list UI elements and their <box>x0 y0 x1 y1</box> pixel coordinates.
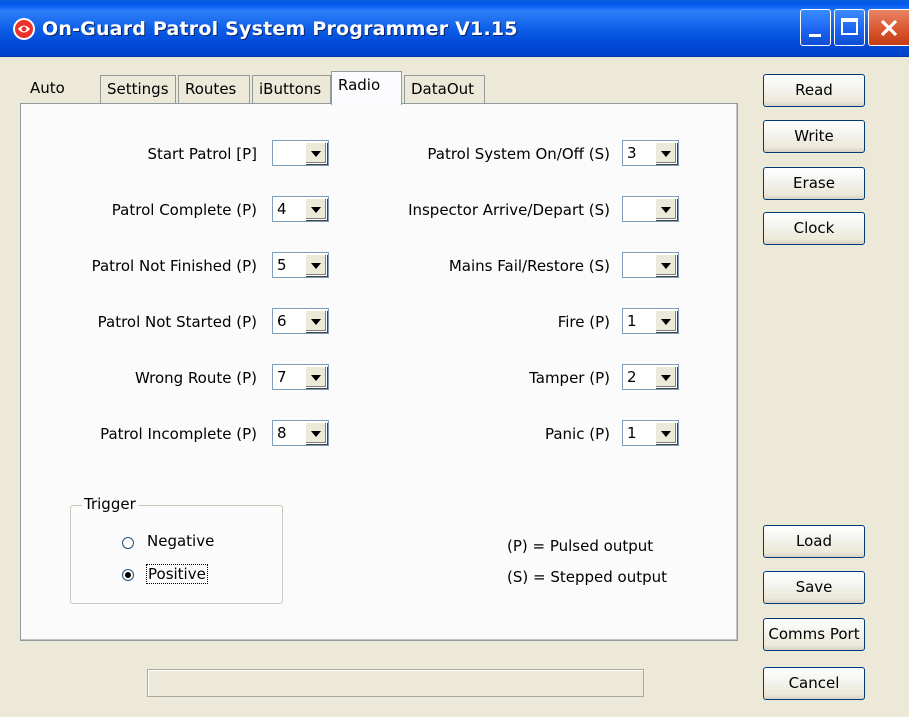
app-logo-icon <box>13 18 35 40</box>
chevron-down-icon[interactable] <box>655 366 677 388</box>
patrol-complete-label: Patrol Complete (P) <box>111 201 257 219</box>
patrol-system-onoff-label: Patrol System On/Off (S) <box>427 145 610 163</box>
start-patrol-select[interactable] <box>272 140 329 166</box>
patrol-incomplete-label: Patrol Incomplete (P) <box>100 425 257 443</box>
tab-ibuttons[interactable]: iButtons <box>252 75 331 103</box>
patrol-incomplete-select[interactable]: 8 <box>272 420 329 446</box>
chevron-down-icon[interactable] <box>305 142 327 164</box>
select-value: 1 <box>627 312 637 330</box>
patrol-system-onoff-select[interactable]: 3 <box>622 140 679 166</box>
erase-button[interactable]: Erase <box>763 167 865 200</box>
read-button[interactable]: Read <box>763 74 865 107</box>
wrong-route-label: Wrong Route (P) <box>134 369 257 387</box>
tab-settings[interactable]: Settings <box>100 75 176 103</box>
tab-label: Settings <box>107 80 169 98</box>
close-button[interactable] <box>868 9 909 46</box>
cancel-button[interactable]: Cancel <box>763 667 865 700</box>
close-icon <box>880 19 898 37</box>
chevron-down-icon[interactable] <box>655 310 677 332</box>
start-patrol-label: Start Patrol [P] <box>147 145 257 163</box>
trigger-group-title: Trigger <box>82 495 138 513</box>
wrong-route-select[interactable]: 7 <box>272 364 329 390</box>
select-value: 1 <box>627 424 637 442</box>
negative-radio-label[interactable]: Negative <box>147 532 214 550</box>
window-title: On-Guard Patrol System Programmer V1.15 <box>42 18 518 40</box>
chevron-down-icon[interactable] <box>305 254 327 276</box>
chevron-down-icon[interactable] <box>655 142 677 164</box>
pulsed-output-legend: (P) = Pulsed output <box>507 537 654 555</box>
patrol-not-started-label: Patrol Not Started (P) <box>97 313 257 331</box>
tab-routes[interactable]: Routes <box>178 75 250 103</box>
tab-label: DataOut <box>411 80 475 98</box>
select-value: 2 <box>627 368 637 386</box>
save-button[interactable]: Save <box>763 571 865 604</box>
fire-select[interactable]: 1 <box>622 308 679 334</box>
tamper-select[interactable]: 2 <box>622 364 679 390</box>
tab-label: Routes <box>185 80 237 98</box>
chevron-down-icon[interactable] <box>655 254 677 276</box>
load-button[interactable]: Load <box>763 525 865 558</box>
chevron-down-icon[interactable] <box>655 422 677 444</box>
clock-button[interactable]: Clock <box>763 212 865 245</box>
panic-label: Panic (P) <box>544 425 610 443</box>
minimize-icon <box>809 34 821 37</box>
select-value: 3 <box>627 144 637 162</box>
tab-label: Radio <box>338 76 381 94</box>
mains-fail-restore-select[interactable] <box>622 252 679 278</box>
fire-label: Fire (P) <box>557 313 610 331</box>
patrol-complete-select[interactable]: 4 <box>272 196 329 222</box>
chevron-down-icon[interactable] <box>305 366 327 388</box>
positive-radio-label[interactable]: Positive <box>146 564 208 584</box>
minimize-button[interactable] <box>800 9 831 46</box>
select-value: 5 <box>277 256 287 274</box>
status-bar <box>147 669 644 697</box>
inspector-arrive-depart-label: Inspector Arrive/Depart (S) <box>408 201 610 219</box>
positive-radio[interactable] <box>122 569 134 581</box>
tab-radio[interactable]: Radio <box>331 71 402 105</box>
tamper-label: Tamper (P) <box>529 369 610 387</box>
tab-label: iButtons <box>259 80 322 98</box>
write-button[interactable]: Write <box>763 120 865 153</box>
tab-auto[interactable]: Auto <box>24 75 96 103</box>
chevron-down-icon[interactable] <box>305 198 327 220</box>
chevron-down-icon[interactable] <box>305 310 327 332</box>
panic-select[interactable]: 1 <box>622 420 679 446</box>
mains-fail-restore-label: Mains Fail/Restore (S) <box>448 257 610 275</box>
patrol-not-finished-label: Patrol Not Finished (P) <box>91 257 257 275</box>
maximize-button[interactable] <box>834 9 865 46</box>
trigger-groupbox <box>70 505 283 604</box>
inspector-arrive-depart-select[interactable] <box>622 196 679 222</box>
maximize-icon <box>841 18 858 35</box>
chevron-down-icon[interactable] <box>655 198 677 220</box>
select-value: 4 <box>277 200 287 218</box>
tab-dataout[interactable]: DataOut <box>404 75 485 103</box>
patrol-not-finished-select[interactable]: 5 <box>272 252 329 278</box>
select-value: 6 <box>277 312 287 330</box>
select-value: 8 <box>277 424 287 442</box>
stepped-output-legend: (S) = Stepped output <box>507 568 667 586</box>
comms-port-button[interactable]: Comms Port <box>763 618 865 651</box>
negative-radio[interactable] <box>122 537 134 549</box>
title-bar: On-Guard Patrol System Programmer V1.15 <box>0 0 909 57</box>
patrol-not-started-select[interactable]: 6 <box>272 308 329 334</box>
select-value: 7 <box>277 368 287 386</box>
chevron-down-icon[interactable] <box>305 422 327 444</box>
tab-label: Auto <box>30 79 65 97</box>
